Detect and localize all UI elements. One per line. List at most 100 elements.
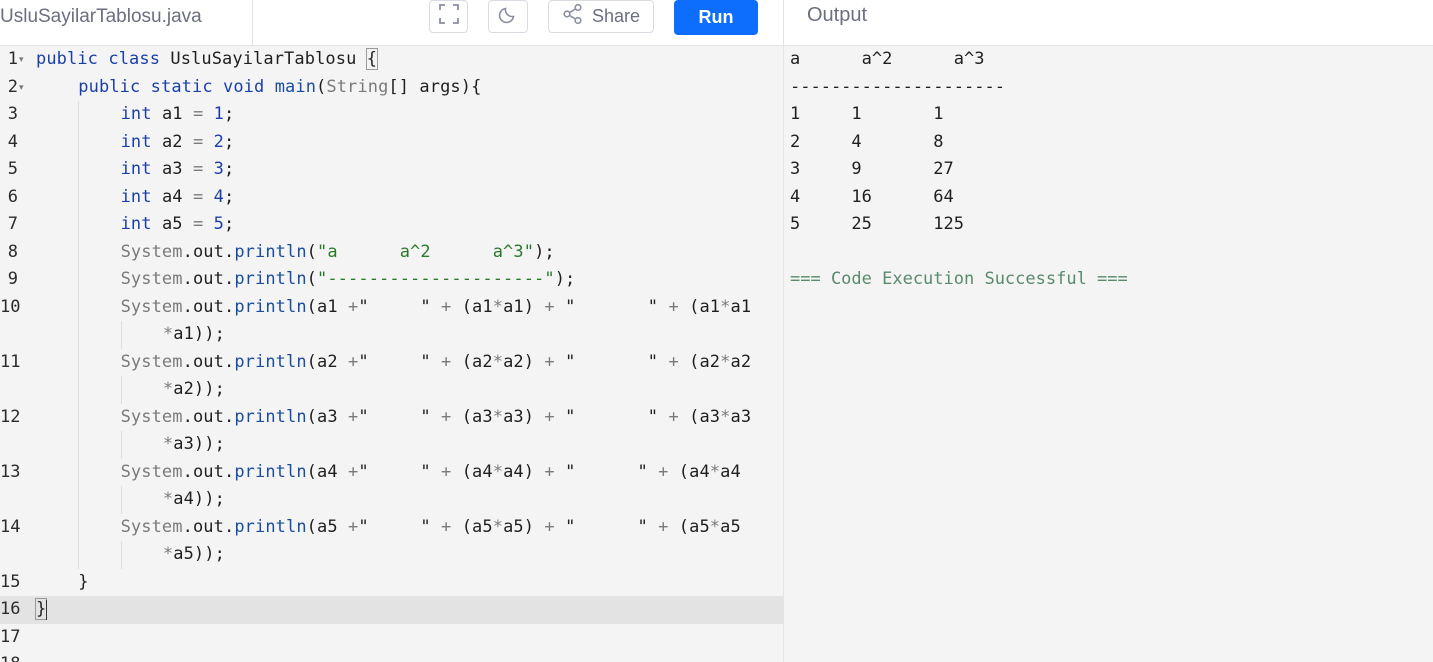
indent-guide — [78, 541, 80, 569]
indent-guide — [78, 486, 80, 514]
code-text: *a2)); — [162, 379, 225, 399]
fullscreen-button[interactable] — [429, 0, 468, 33]
code-line[interactable]: *a4)); — [0, 486, 783, 514]
code-text: *a5)); — [162, 544, 225, 564]
line-number: 2 — [7, 76, 18, 97]
top-bar: UsluSayilarTablosu.java Share Run Output — [0, 0, 1433, 46]
indent-guide — [78, 513, 80, 541]
code-line[interactable]: 16} — [0, 596, 783, 624]
line-number: 5 — [7, 159, 18, 179]
code-text: System.out.println(a2 +" " + (a2*a2) + "… — [120, 351, 752, 372]
run-label: Run — [698, 7, 734, 27]
code-line[interactable]: 3 int a1 = 1; — [0, 101, 783, 129]
code-text: *a4)); — [162, 489, 225, 509]
indent-guide — [120, 376, 122, 404]
code-text: } — [34, 598, 48, 620]
code-text: System.out.println("a a^2 a^3"); — [120, 241, 555, 262]
code-line[interactable]: 14 System.out.println(a5 +" " + (a5*a5) +… — [0, 513, 783, 541]
indent-guide — [78, 266, 80, 294]
code-text: System.out.println(a3 +" " + (a3*a3) + "… — [120, 406, 752, 427]
code-line[interactable]: 2 ▾ public static void main(String[] args)… — [0, 74, 783, 102]
share-button[interactable]: Share — [548, 0, 654, 33]
code-line[interactable]: 15} — [0, 569, 783, 597]
code-line[interactable]: *a1)); — [0, 321, 783, 349]
indent-guide — [78, 458, 80, 486]
fullscreen-icon — [438, 3, 460, 30]
line-number: 18 — [0, 651, 20, 662]
line-number: 8 — [7, 241, 18, 262]
code-text: int a4 = 4; — [120, 186, 235, 207]
line-number: 12 — [0, 406, 21, 427]
code-text: int a2 = 2; — [120, 131, 235, 152]
output-line: 5 25 125 — [790, 214, 964, 234]
line-number: 9 — [7, 269, 18, 289]
fold-chevron-icon[interactable]: ▾ — [19, 74, 24, 102]
file-tab-name: UsluSayilarTablosu.java — [0, 6, 202, 27]
indent-guide — [78, 321, 80, 349]
code-editor[interactable]: 1 ▾ public class UsluSayilarTablosu { 2 ▾ pub… — [0, 46, 783, 662]
code-text: System.out.println(a5 +" " + (a5*a5) + "… — [120, 516, 741, 537]
output-line: 1 1 1 — [790, 104, 944, 124]
code-line[interactable]: 11 System.out.println(a2 +" " + (a2*a2) +… — [0, 348, 783, 376]
indent-guide — [120, 541, 122, 569]
line-number: 4 — [7, 131, 18, 152]
indent-guide — [78, 156, 80, 184]
code-line[interactable]: 4 int a2 = 2; — [0, 128, 783, 156]
code-line[interactable]: *a2)); — [0, 376, 783, 404]
code-text: int a3 = 3; — [120, 159, 235, 179]
code-line[interactable]: 7 int a5 = 5; — [0, 211, 783, 239]
code-text: System.out.println("--------------------… — [120, 269, 576, 289]
line-number — [0, 376, 18, 404]
code-line[interactable]: *a5)); — [0, 541, 783, 569]
code-line[interactable]: 1 ▾ public class UsluSayilarTablosu { — [0, 46, 783, 74]
output-line: --------------------- — [790, 76, 1005, 97]
code-line[interactable]: 13 System.out.println(a4 +" " + (a4*a4) +… — [0, 458, 783, 486]
theme-toggle-button[interactable] — [488, 0, 528, 33]
code-line[interactable]: 18 — [0, 651, 783, 662]
line-number — [0, 321, 18, 349]
code-line[interactable]: 9 System.out.println("-------------------… — [0, 266, 783, 294]
output-line: 3 9 27 — [790, 159, 954, 179]
execution-status: === Code Execution Successful === — [790, 269, 1128, 289]
code-text: int a1 = 1; — [120, 104, 235, 124]
run-button[interactable]: Run — [674, 0, 758, 35]
line-number: 3 — [7, 104, 18, 124]
line-number: 1 — [7, 49, 18, 69]
line-number: 17 — [0, 626, 21, 647]
line-number: 13 — [0, 461, 21, 482]
code-line[interactable]: *a3)); — [0, 431, 783, 459]
output-title: Output — [807, 4, 868, 26]
share-label: Share — [591, 6, 641, 26]
file-tab[interactable]: UsluSayilarTablosu.java — [0, 0, 253, 45]
indent-guide — [78, 211, 80, 239]
code-text: int a5 = 5; — [120, 214, 235, 234]
line-number: 14 — [0, 516, 21, 537]
line-number: 15 — [0, 571, 21, 592]
indent-guide — [78, 431, 80, 459]
fold-chevron-icon[interactable]: ▾ — [19, 46, 24, 74]
line-number: 6 — [7, 186, 18, 207]
indent-guide — [120, 321, 122, 349]
code-line[interactable]: 12 System.out.println(a3 +" " + (a3*a3) +… — [0, 403, 783, 431]
code-text: public class UsluSayilarTablosu { — [36, 48, 379, 70]
code-line[interactable]: 10 System.out.println(a1 +" " + (a1*a1) +… — [0, 293, 783, 321]
code-line[interactable]: 5 int a3 = 3; — [0, 156, 783, 184]
indent-guide — [78, 183, 80, 211]
code-text: } — [78, 571, 89, 592]
output-line: 4 16 64 — [790, 186, 954, 207]
code-line[interactable]: 8 System.out.println("a a^2 a^3"); — [0, 238, 783, 266]
code-line[interactable]: 6 int a4 = 4; — [0, 183, 783, 211]
indent-guide — [78, 376, 80, 404]
indent-guide — [120, 431, 122, 459]
line-number — [0, 541, 18, 569]
code-text: System.out.println(a4 +" " + (a4*a4) + "… — [120, 461, 741, 482]
moon-icon — [498, 4, 518, 29]
indent-guide — [78, 348, 80, 376]
code-line[interactable]: 17 — [0, 624, 783, 652]
indent-guide — [120, 486, 122, 514]
code-text: System.out.println(a1 +" " + (a1*a1) + "… — [120, 296, 752, 317]
output-line: a a^2 a^3 — [790, 49, 985, 69]
line-number: 10 — [0, 296, 21, 317]
indent-guide — [78, 403, 80, 431]
code-text: public static void main(String[] args){ — [78, 76, 482, 97]
